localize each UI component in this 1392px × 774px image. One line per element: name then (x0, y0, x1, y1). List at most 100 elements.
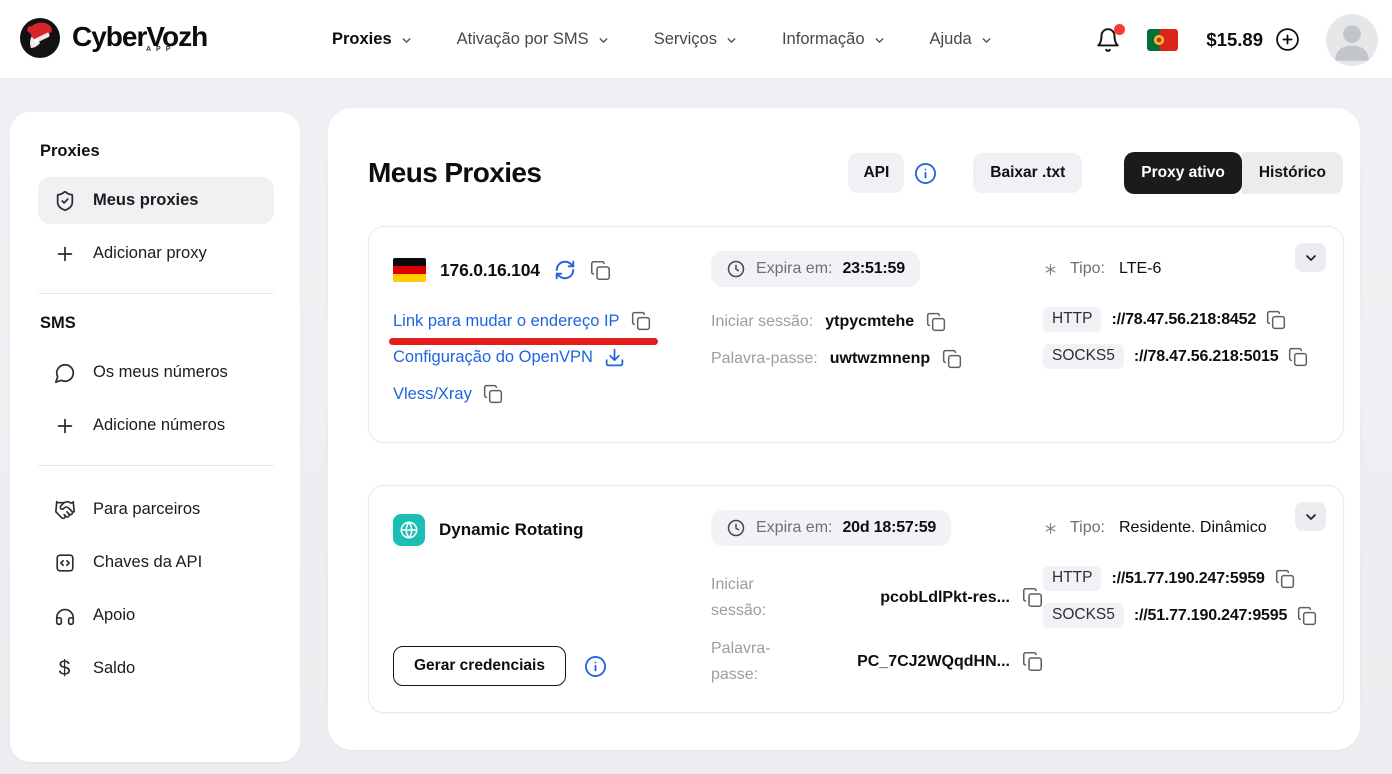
plus-circle-icon (1276, 28, 1299, 51)
sidebar-item-meus-proxies[interactable]: Meus proxies (38, 177, 274, 224)
info-icon (915, 162, 937, 184)
generate-credentials-button[interactable]: Gerar credenciais (393, 646, 566, 686)
login-label: Iniciar sessão: (711, 313, 814, 330)
chevron-down-icon (727, 38, 736, 43)
chevron-down-icon (875, 38, 883, 43)
sidebar: Proxies Meus proxies Adicionar proxy SMS… (10, 112, 300, 762)
vless-xray-link[interactable]: Vless/Xray (393, 385, 472, 404)
headset-icon (53, 604, 76, 627)
copy-password-button[interactable] (942, 349, 962, 369)
nav-item-ajuda[interactable]: Ajuda (930, 30, 993, 49)
user-avatar[interactable] (1326, 13, 1378, 66)
sidebar-item-apoio[interactable]: Apoio (38, 592, 274, 639)
red-marker-underline (389, 338, 658, 345)
copy-icon (1298, 606, 1317, 625)
password-value: uwtwzmnenp (829, 350, 931, 367)
credentials-info-button[interactable] (584, 655, 607, 678)
sidebar-item-para-parceiros[interactable]: Para parceiros (38, 486, 274, 533)
view-toggle: Proxy ativo Histórico (1124, 152, 1343, 194)
sidebar-heading-sms: SMS (40, 314, 76, 332)
refresh-ip-button[interactable] (554, 259, 576, 281)
sidebar-item-adicione-numeros[interactable]: Adicione números (38, 402, 274, 449)
http-row: HTTP ://78.47.56.218:8452 (1043, 307, 1319, 332)
germany-flag-icon (393, 258, 426, 282)
proxy-links: Link para mudar o endereço IP Configuraç… (389, 311, 711, 404)
asterisk-icon (1045, 522, 1056, 534)
sidebar-item-os-meus-numeros[interactable]: Os meus números (38, 349, 274, 396)
navbar-right-cluster: $15.89 (1095, 0, 1378, 79)
expand-card-button[interactable] (1295, 243, 1326, 272)
sidebar-item-label: Para parceiros (93, 500, 201, 518)
copy-icon (943, 349, 962, 369)
copy-socks-button[interactable] (1297, 606, 1317, 626)
copy-change-ip-link-button[interactable] (631, 311, 651, 331)
vless-link-row: Vless/Xray (393, 384, 503, 404)
sidebar-item-saldo[interactable]: $ Saldo (38, 645, 274, 692)
nav-item-ativacao-sms[interactable]: Ativação por SMS (457, 30, 610, 49)
type-label: Tipo: (1070, 519, 1105, 536)
card1-left-column: 176.0.16.104 Link para mudar o endereço … (389, 251, 711, 418)
openvpn-config-link[interactable]: Configuração do OpenVPN (393, 348, 593, 367)
plus-icon (53, 242, 76, 265)
expires-value: 23:51:59 (842, 260, 905, 277)
type-row: Tipo: LTE-6 (1043, 260, 1319, 278)
copy-login-button[interactable] (926, 312, 946, 332)
nav-item-label: Informação (781, 30, 865, 48)
nav-item-informacao[interactable]: Informação (782, 30, 886, 49)
api-button[interactable]: API (848, 153, 905, 193)
http-badge: HTTP (1043, 307, 1102, 332)
notifications-button[interactable] (1095, 23, 1126, 53)
socks-value: ://78.47.56.218:5015 (1133, 347, 1279, 365)
expires-label: Expira em: (756, 519, 833, 536)
copy-vless-button[interactable] (483, 384, 503, 404)
api-info-button[interactable] (914, 162, 937, 185)
main-header: Meus Proxies API Baixar .txt Proxy ativo… (368, 152, 1344, 194)
sidebar-heading-proxies: Proxies (40, 142, 100, 160)
login-label: Iniciar sessão: (711, 576, 767, 619)
nav-item-proxies[interactable]: Proxies (332, 30, 413, 49)
change-ip-link[interactable]: Link para mudar o endereço IP (393, 312, 620, 331)
sidebar-item-label: Os meus números (93, 363, 228, 381)
brand-mark-icon (20, 18, 60, 58)
sidebar-item-label: Adicione números (93, 416, 226, 434)
copy-http-button[interactable] (1266, 310, 1286, 330)
proxy-name-row: Dynamic Rotating (393, 514, 711, 546)
copy-icon (1289, 347, 1308, 366)
globe-icon (393, 514, 425, 546)
sidebar-divider (38, 465, 274, 466)
copy-socks-button[interactable] (1288, 347, 1308, 367)
login-value: ytpycmtehe (825, 313, 915, 330)
top-navbar: CyberVozh APP Proxies Ativação por SMS S… (0, 0, 1392, 79)
copy-password-button[interactable] (1022, 651, 1043, 672)
shield-check-icon (53, 189, 76, 212)
openvpn-link-row: Configuração do OpenVPN (393, 347, 625, 368)
toggle-historico[interactable]: Histórico (1241, 152, 1343, 194)
brand-logo[interactable]: CyberVozh APP (18, 15, 208, 59)
expires-value: 20d 18:57:59 (842, 519, 937, 536)
clock-icon (727, 260, 745, 278)
nav-item-label: Proxies (332, 30, 392, 48)
copy-icon (483, 384, 502, 404)
http-value: ://51.77.190.247:5959 (1111, 569, 1265, 587)
socks-badge: SOCKS5 (1043, 344, 1124, 369)
copy-http-button[interactable] (1275, 569, 1295, 589)
sidebar-item-adicionar-proxy[interactable]: Adicionar proxy (38, 230, 274, 277)
sidebar-item-chaves-da-api[interactable]: Chaves da API (38, 539, 274, 586)
copy-login-button[interactable] (1022, 587, 1043, 608)
http-row: HTTP ://51.77.190.247:5959 (1043, 566, 1319, 591)
asterisk-icon (1045, 263, 1056, 275)
login-row: Iniciar sessão: pcobLdlPkt-res... (711, 572, 1043, 623)
copy-ip-button[interactable] (590, 260, 611, 281)
download-txt-button[interactable]: Baixar .txt (973, 153, 1083, 193)
card2-left-column: Dynamic Rotating Gerar credenciais (393, 510, 711, 688)
balance-amount: $15.89 (1206, 28, 1263, 50)
download-openvpn-button[interactable] (604, 347, 625, 368)
generate-credentials-row: Gerar credenciais (393, 646, 711, 686)
portugal-flag-icon[interactable] (1147, 28, 1179, 51)
top-up-button[interactable] (1275, 27, 1300, 52)
expand-card-button[interactable] (1295, 502, 1326, 531)
toggle-proxy-ativo[interactable]: Proxy ativo (1124, 152, 1242, 194)
proxy-ip: 176.0.16.104 (440, 259, 540, 280)
nav-item-label: Ativação por SMS (456, 30, 589, 48)
nav-item-servicos[interactable]: Serviços (654, 30, 738, 49)
